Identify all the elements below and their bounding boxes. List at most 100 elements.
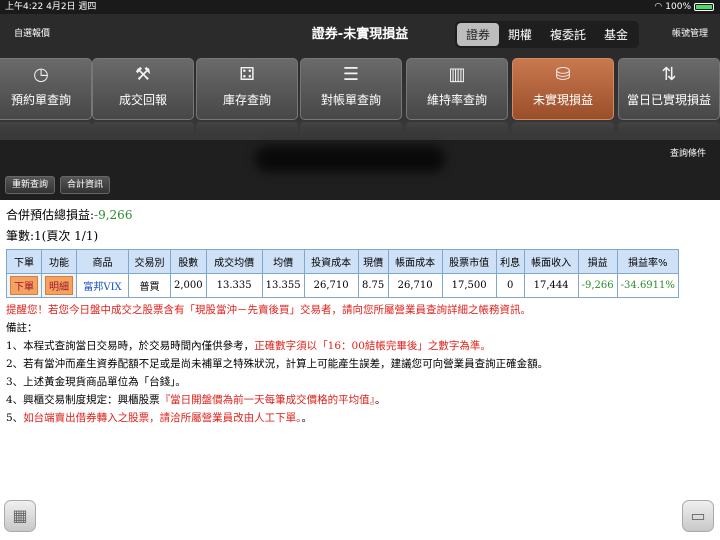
status-time-date: 上午4:22 4月2日 週四 <box>5 0 96 14</box>
col-book-cost: 帳面成本 <box>387 249 443 274</box>
tab-label: 未實現損益 <box>532 93 593 107</box>
col-current-price: 現價 <box>357 249 389 274</box>
notes-title: 備註： <box>6 322 38 334</box>
tab-unrealized-pnl[interactable]: ⛁ 未實現損益 <box>512 58 614 120</box>
col-product: 商品 <box>76 249 129 274</box>
product-cell: 富邦VIX <box>76 273 129 298</box>
transfer-icon: ⇅ <box>661 64 677 85</box>
tab-reflection <box>92 122 194 134</box>
book-income-cell: 17,444 <box>523 273 579 298</box>
tab-label: 當日已實現損益 <box>626 93 711 107</box>
summary-info-button[interactable]: 合計資訊 <box>60 176 111 194</box>
investment-cost-cell: 26,710 <box>303 273 359 298</box>
note-text: 3、上述黃金現貨商品單位為「台錢」。 <box>6 376 186 388</box>
order-cell: 下單 <box>6 273 42 298</box>
tab-label: 維持率查詢 <box>426 93 487 107</box>
query-toolbar: 查詢條件 重新查詢 合計資訊 <box>0 140 720 200</box>
note-tail: 。 <box>301 412 312 424</box>
col-trade-type: 交易別 <box>128 249 171 274</box>
col-investment-cost: 投資成本 <box>303 249 359 274</box>
tab-label: 預約單查詢 <box>10 93 71 107</box>
col-market-value: 股票市值 <box>441 249 497 274</box>
market-value-cell: 17,500 <box>441 273 497 298</box>
shares-cell: 2,000 <box>170 273 207 298</box>
note-highlight: 如台端賣出借券轉入之股票，請洽所屬營業員改由人工下單。 <box>23 412 302 424</box>
gavel-icon: ⚒ <box>134 64 152 85</box>
interest-cell: 0 <box>495 273 525 298</box>
battery-icon <box>694 3 714 11</box>
table-header-row: 下單 功能 商品 交易別 股數 成交均價 均價 投資成本 現價 帳面成本 股票市… <box>6 249 679 274</box>
note-item: 5、如台端賣出借券轉入之股票，請洽所屬營業員改由人工下單。。 <box>6 410 714 425</box>
main-content: 合併預估總損益:-9,266 筆數:1(頁次 1/1) 下單 功能 商品 交易別… <box>6 206 714 425</box>
market-segment-control: 證券 期權 複委託 基金 <box>455 21 640 48</box>
tab-label: 庫存查詢 <box>222 93 271 107</box>
tab-fill-report[interactable]: ⚒ 成交回報 <box>92 58 194 120</box>
query-conditions-link[interactable]: 查詢條件 <box>670 146 706 159</box>
total-pnl: 合併預估總損益:-9,266 <box>6 206 714 223</box>
note-highlight: 『當日開盤價為前一天每筆成交價格的平均值』 <box>159 394 375 406</box>
segment-securities[interactable]: 證券 <box>457 23 500 46</box>
segment-futures-options[interactable]: 期權 <box>499 23 541 46</box>
total-pnl-label: 合併預估總損益: <box>6 208 95 222</box>
watchlist-quote-link[interactable]: 自選報價 <box>14 26 50 39</box>
detail-button[interactable]: 明細 <box>45 276 73 295</box>
col-pnl: 損益 <box>577 249 618 274</box>
note-text: 2、若有當沖而產生資券配額不足或是尚未補單之特殊狀況，計算上可能產生誤差，建議您… <box>6 358 549 370</box>
coins-search-icon: ⛁ <box>555 64 571 85</box>
note-text: 4、興櫃交易制度規定：興櫃股票 <box>6 394 160 406</box>
note-item: 1、本程式查詢當日交易時，於交易時間內僅供參考，正確數字須以「16：00結帳完畢… <box>6 338 714 353</box>
menu-grid-icon[interactable]: ▦ <box>4 500 36 532</box>
note-text: 1、本程式查詢當日交易時，於交易時間內僅供參考， <box>6 340 255 352</box>
total-pnl-value: -9,266 <box>94 208 133 222</box>
avg-fill-price-cell: 13.335 <box>205 273 263 298</box>
tab-reflection <box>196 122 298 134</box>
clock-search-icon: ◷ <box>33 64 49 85</box>
tab-reservation-query[interactable]: ◷ 預約單查詢 <box>0 58 92 120</box>
note-highlight: 正確數字須以「16：00結帳完畢後」之數字為準。 <box>254 340 491 352</box>
redacted-account-info <box>255 146 445 172</box>
record-count: 筆數:1(頁次 1/1) <box>6 229 99 243</box>
pnl-cell: -9,266 <box>577 273 618 298</box>
wifi-icon: ◠ <box>654 2 663 12</box>
tab-realized-pnl-today[interactable]: ⇅ 當日已實現損益 <box>618 58 720 120</box>
note-item: 3、上述黃金現貨商品單位為「台錢」。 <box>6 374 714 389</box>
function-cell: 明細 <box>41 273 77 298</box>
app-header: 自選報價 證券-未實現損益 證券 期權 複委託 基金 帳號管理 <box>0 14 720 50</box>
tab-reflection <box>512 122 614 134</box>
table-row: 下單 明細 富邦VIX 普買 2,000 13.335 13.355 26,71… <box>6 273 679 298</box>
segment-funds[interactable]: 基金 <box>595 23 637 46</box>
tab-inventory-query[interactable]: ⚃ 庫存查詢 <box>196 58 298 120</box>
account-management-link[interactable]: 帳號管理 <box>672 26 708 39</box>
grid-search-icon: ⚃ <box>239 64 255 85</box>
book-cost-cell: 26,710 <box>387 273 443 298</box>
col-avg-fill-price: 成交均價 <box>205 249 263 274</box>
avg-price-cell: 13.355 <box>261 273 305 298</box>
tab-reflection <box>618 122 720 134</box>
tab-statement-query[interactable]: ☰ 對帳單查詢 <box>300 58 402 120</box>
place-order-button[interactable]: 下單 <box>10 276 38 295</box>
refresh-query-button[interactable]: 重新查詢 <box>5 176 56 194</box>
tab-maintenance-ratio[interactable]: ▥ 維持率查詢 <box>406 58 508 120</box>
product-link[interactable]: 富邦VIX <box>83 282 121 293</box>
status-bar: 上午4:22 4月2日 週四 ◠ 100% <box>0 0 720 14</box>
status-time: 上午4:22 <box>5 2 44 12</box>
quote-screen-icon[interactable]: ▭ <box>682 500 714 532</box>
col-shares: 股數 <box>170 249 207 274</box>
tab-reflection <box>406 122 508 134</box>
positions-table: 下單 功能 商品 交易別 股數 成交均價 均價 投資成本 現價 帳面成本 股票市… <box>6 249 679 298</box>
tab-reflection <box>300 122 402 134</box>
current-price-cell: 8.75 <box>357 273 389 298</box>
col-function: 功能 <box>41 249 77 274</box>
note-tail: 。 <box>374 394 386 406</box>
col-order: 下單 <box>6 249 42 274</box>
tab-label: 對帳單查詢 <box>320 93 381 107</box>
status-date: 4月2日 週四 <box>46 2 97 12</box>
segment-sub-brokerage[interactable]: 複委託 <box>541 23 595 46</box>
note-item: 2、若有當沖而產生資券配額不足或是尚未補單之特殊狀況，計算上可能產生誤差，建議您… <box>6 356 714 371</box>
trade-type-cell: 普買 <box>128 273 171 298</box>
col-pnl-rate: 損益率% <box>616 249 679 274</box>
bar-chart-icon: ▥ <box>448 64 466 85</box>
pnl-rate-cell: -34.6911% <box>616 273 679 298</box>
tab-label: 成交回報 <box>118 93 167 107</box>
col-book-income: 帳面收入 <box>523 249 579 274</box>
